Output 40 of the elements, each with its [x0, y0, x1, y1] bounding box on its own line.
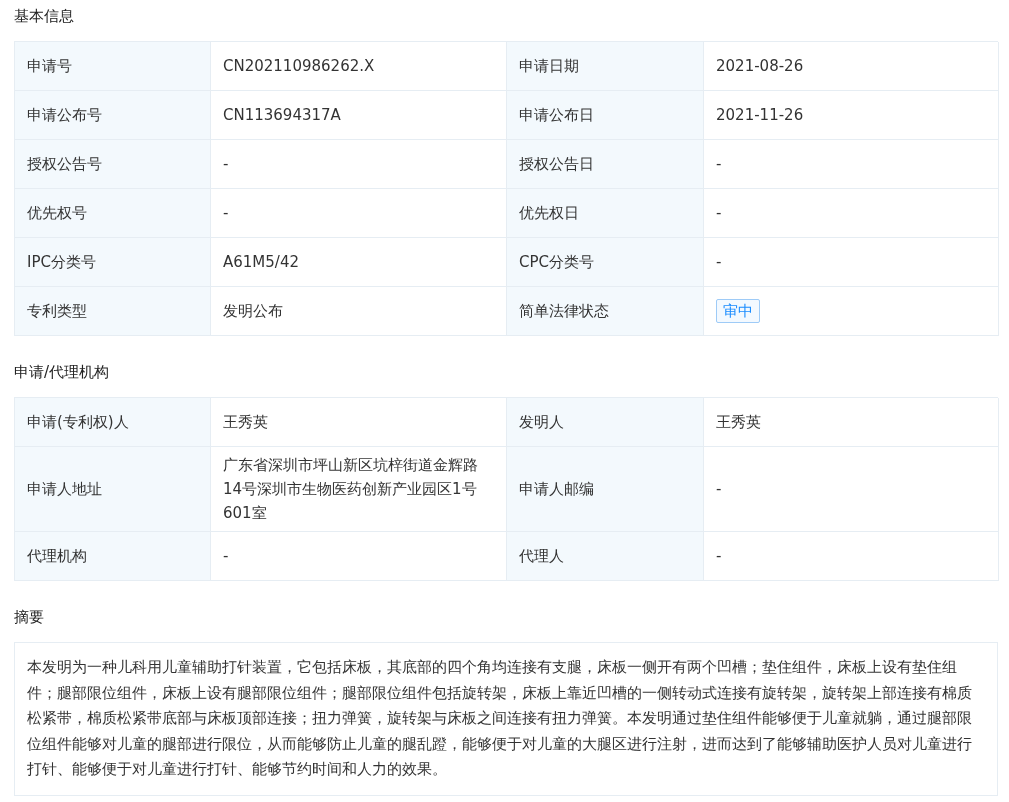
value-cell: 2021-11-26 — [704, 91, 999, 140]
label-cell: 授权公告号 — [15, 140, 211, 189]
value-cell: - — [704, 532, 999, 581]
value-cell: 发明公布 — [211, 287, 507, 336]
label-cell: 申请公布日 — [507, 91, 704, 140]
section-title: 摘要 — [14, 607, 45, 628]
value-cell: A61M5/42 — [211, 238, 507, 287]
label-cell: 优先权号 — [15, 189, 211, 238]
value-cell: - — [211, 140, 507, 189]
label-cell: 申请号 — [15, 42, 211, 91]
value-cell: 王秀英 — [704, 398, 999, 447]
value-cell: CN113694317A — [211, 91, 507, 140]
value-cell: - — [211, 189, 507, 238]
label-cell: 申请(专利权)人 — [15, 398, 211, 447]
label-cell: 代理人 — [507, 532, 704, 581]
label-cell: 授权公告日 — [507, 140, 704, 189]
label-cell: 专利类型 — [15, 287, 211, 336]
value-cell: 广东省深圳市坪山新区坑梓街道金辉路14号深圳市生物医药创新产业园区1号601室 — [211, 447, 507, 532]
label-cell: IPC分类号 — [15, 238, 211, 287]
status-tag: 审中 — [716, 299, 760, 323]
label-cell: 申请人邮编 — [507, 447, 704, 532]
abstract-text: 本发明为一种儿科用儿童辅助打针装置，它包括床板，其底部的四个角均连接有支腿，床板一侧开有两个凹槽；垫住组件，床板上设有垫住组件；腿部限位组件，床板上设有腿部限位组件；腿部限位组件包括旋转架，床板上靠近凹槽的一侧转动式连接有旋转架，旋转架上部连接有棉质松紧带，棉质松紧带底部与床板顶部连接；扭力弹簧，旋转架与床板之间连接有扭力弹簧。本发明通过垫住组件能够便于儿童就躺，通过腿部限位组件能够对儿童的腿部进行限位，从而能够防止儿童的腿乱蹬，能够便于对儿童的大腿区进行注射，进而达到了能够辅助医护人员对儿童进行打针、能够便于对儿童进行打针、能够节约时间和人力的效果。 — [14, 642, 998, 796]
label-cell: 简单法律状态 — [507, 287, 704, 336]
label-cell: 优先权日 — [507, 189, 704, 238]
value-cell: 王秀英 — [211, 398, 507, 447]
value-cell: - — [704, 140, 999, 189]
value-cell: - — [704, 189, 999, 238]
label-cell: 发明人 — [507, 398, 704, 447]
value-cell: - — [704, 447, 999, 532]
label-cell: 申请公布号 — [15, 91, 211, 140]
value-cell: 2021-08-26 — [704, 42, 999, 91]
value-cell: CN202110986262.X — [211, 42, 507, 91]
label-cell: 申请日期 — [507, 42, 704, 91]
label-cell: 申请人地址 — [15, 447, 211, 532]
section-title: 申请/代理机构 — [14, 362, 111, 383]
value-cell: - — [211, 532, 507, 581]
value-cell: - — [704, 238, 999, 287]
section-title: 基本信息 — [14, 6, 75, 27]
label-cell: 代理机构 — [15, 532, 211, 581]
label-cell: CPC分类号 — [507, 238, 704, 287]
